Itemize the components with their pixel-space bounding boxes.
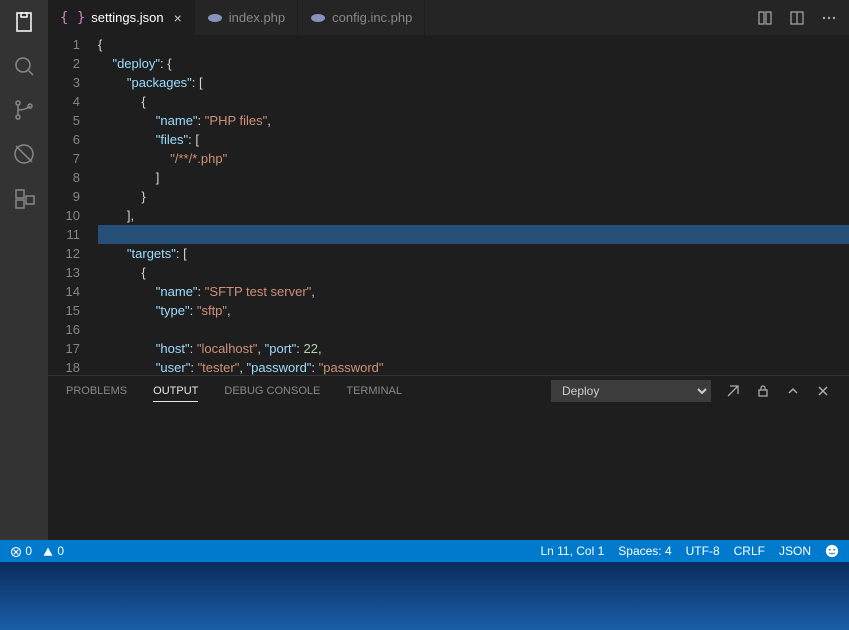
split-editor-icon[interactable]	[789, 10, 805, 26]
tab-bar: { } settings.json × index.php config.inc.php	[48, 0, 849, 35]
search-icon[interactable]	[12, 54, 36, 78]
more-icon[interactable]	[821, 10, 837, 26]
tab-label: index.php	[229, 10, 285, 25]
editor-tab[interactable]: index.php	[195, 0, 298, 35]
panel-tab-debug-console[interactable]: DEBUG CONSOLE	[224, 381, 320, 402]
code-line[interactable]: "/**/*.php"	[98, 149, 849, 168]
debug-icon[interactable]	[12, 142, 36, 166]
panel-tab-output[interactable]: OUTPUT	[153, 381, 198, 402]
code-line[interactable]: "packages": [	[98, 73, 849, 92]
status-eol[interactable]: CRLF	[734, 544, 765, 558]
compare-icon[interactable]	[757, 10, 773, 26]
close-tab-icon[interactable]: ×	[174, 10, 182, 26]
json-file-icon: { }	[60, 10, 85, 26]
code-line[interactable]: ],	[98, 206, 849, 225]
activity-bar	[0, 0, 48, 540]
code-line[interactable]: "targets": [	[98, 244, 849, 263]
panel-tab-terminal[interactable]: TERMINAL	[346, 381, 402, 402]
maximize-panel-icon[interactable]	[785, 383, 801, 399]
code-line[interactable]: "files": [	[98, 130, 849, 149]
explorer-icon[interactable]	[12, 10, 36, 34]
code-line[interactable]	[98, 320, 849, 339]
status-warnings[interactable]: 0	[42, 544, 64, 558]
code-content[interactable]: { "deploy": { "packages": [ { "name": "P…	[98, 35, 849, 375]
code-line[interactable]: "deploy": {	[98, 54, 849, 73]
code-line[interactable]: "host": "localhost", "port": 22,	[98, 339, 849, 358]
status-feedback-icon[interactable]	[825, 544, 839, 558]
tab-label: settings.json	[91, 10, 163, 25]
windows-taskbar	[0, 562, 849, 630]
status-language[interactable]: JSON	[779, 544, 811, 558]
code-line[interactable]: {	[98, 263, 849, 282]
status-encoding[interactable]: UTF-8	[686, 544, 720, 558]
line-number-gutter: 12345678910111213141516171819	[48, 35, 98, 375]
bottom-panel: PROBLEMS OUTPUT DEBUG CONSOLE TERMINAL Depl…	[48, 375, 849, 540]
code-line[interactable]: {	[98, 92, 849, 111]
status-errors[interactable]: 0	[10, 544, 32, 558]
code-line[interactable]	[98, 225, 849, 244]
panel-tab-problems[interactable]: PROBLEMS	[66, 381, 127, 402]
code-line[interactable]: {	[98, 35, 849, 54]
code-line[interactable]: "name": "PHP files",	[98, 111, 849, 130]
editor-tab[interactable]: config.inc.php	[298, 0, 425, 35]
status-indentation[interactable]: Spaces: 4	[618, 544, 671, 558]
source-control-icon[interactable]	[12, 98, 36, 122]
php-file-icon	[310, 10, 326, 26]
extensions-icon[interactable]	[12, 186, 36, 210]
panel-output-body	[48, 406, 849, 540]
close-panel-icon[interactable]	[815, 383, 831, 399]
clear-output-icon[interactable]	[725, 383, 741, 399]
output-source-dropdown[interactable]: Deploy	[551, 380, 711, 402]
status-cursor-position[interactable]: Ln 11, Col 1	[540, 544, 604, 558]
php-file-icon	[207, 10, 223, 26]
lock-scroll-icon[interactable]	[755, 383, 771, 399]
editor-tab[interactable]: { } settings.json ×	[48, 0, 195, 35]
code-line[interactable]: "type": "sftp",	[98, 301, 849, 320]
tab-label: config.inc.php	[332, 10, 412, 25]
code-line[interactable]: "name": "SFTP test server",	[98, 282, 849, 301]
code-editor[interactable]: 12345678910111213141516171819 { "deploy"…	[48, 35, 849, 375]
code-line[interactable]: "user": "tester", "password": "password"	[98, 358, 849, 375]
code-line[interactable]: ]	[98, 168, 849, 187]
code-line[interactable]: }	[98, 187, 849, 206]
status-bar: 0 0 Ln 11, Col 1 Spaces: 4 UTF-8 CRLF JS…	[0, 540, 849, 562]
